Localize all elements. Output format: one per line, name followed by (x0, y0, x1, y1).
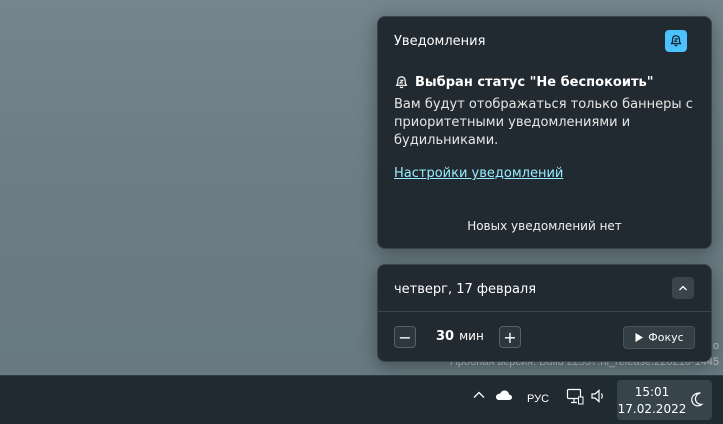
taskbar: РУС 15:01 17.02.2022 (0, 375, 723, 424)
calendar-divider (378, 311, 711, 312)
volume-icon (591, 389, 603, 403)
dnd-status-row: Выбран статус "Не беспокоить" (394, 75, 653, 90)
chevron-up-icon (679, 285, 687, 291)
notification-settings-link[interactable]: Настройки уведомлений (394, 166, 563, 181)
notification-panel: Уведомления Выбран статус "Не беспокоить… (377, 16, 712, 249)
focus-duration-unit: мин (459, 329, 484, 343)
watermark-line1: о (712, 340, 719, 352)
bell-snooze-icon (395, 76, 408, 89)
focus-decrease-button[interactable]: − (394, 326, 416, 348)
focus-increase-button[interactable]: + (499, 326, 521, 348)
network-icon (566, 388, 584, 405)
cloud-icon (496, 390, 512, 400)
play-icon (635, 333, 644, 342)
focus-duration: 30 мин (436, 329, 484, 344)
focus-row: − 30 мин + Фокус (394, 326, 695, 350)
dnd-status-description: Вам будут отображаться только баннеры с … (394, 97, 693, 148)
volume-button[interactable] (590, 388, 607, 404)
notifications-header: Уведомления (394, 34, 486, 49)
focus-button-label: Фокус (648, 331, 684, 344)
do-not-disturb-toggle[interactable] (665, 30, 687, 52)
clock-time: 15:01 (634, 385, 670, 399)
focus-duration-value: 30 (436, 329, 455, 344)
calendar-panel: четверг, 17 февраля − 30 мин + Фокус (377, 264, 712, 362)
no-notifications-text: Новых уведомлений нет (467, 219, 622, 233)
moon-icon (691, 392, 704, 407)
focus-start-button[interactable]: Фокус (623, 326, 695, 349)
clock-button[interactable]: 15:01 17.02.2022 (617, 380, 712, 420)
collapse-calendar-button[interactable] (672, 277, 694, 299)
onedrive-button[interactable] (494, 388, 513, 402)
dnd-status-title: Выбран статус "Не беспокоить" (415, 75, 654, 90)
input-language-button[interactable]: РУС (527, 393, 549, 405)
bell-snooze-icon (670, 35, 682, 47)
calendar-date: четверг, 17 февраля (394, 282, 537, 297)
clock-date: 17.02.2022 (617, 402, 687, 416)
show-hidden-icons-button[interactable] (472, 388, 486, 402)
chevron-up-icon (473, 391, 485, 398)
network-button[interactable] (566, 388, 584, 405)
